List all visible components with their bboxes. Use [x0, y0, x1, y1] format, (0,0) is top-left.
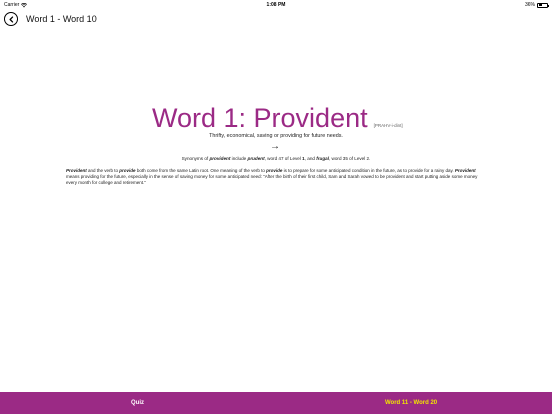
synonym-word: prudent [247, 156, 265, 161]
synonyms-text: , and [304, 156, 317, 161]
battery-icon [537, 2, 549, 8]
emphasis-word: Provident [66, 168, 87, 173]
paragraph-text: is to prepare for some anticipated condi… [282, 168, 455, 173]
synonyms-text: , word 47 of Level [264, 156, 303, 161]
emphasis-word: Provident [454, 168, 476, 173]
status-time: 1:08 PM [266, 2, 286, 8]
status-right: 36% [524, 0, 549, 10]
back-button[interactable] [4, 12, 18, 26]
pronunciation: [PRAHV-i-dint] [373, 123, 403, 128]
status-bar: Carrier 1:08 PM 36% [0, 0, 552, 10]
paragraph-text: means providing for the future, especial… [66, 174, 478, 185]
quiz-button[interactable]: Quiz [131, 392, 144, 414]
chevron-left-icon [8, 15, 13, 23]
definition: Thrifty, economical, saving or providing… [209, 133, 343, 139]
bottom-tab-bar: Quiz Word 11 - Word 20 [0, 392, 552, 414]
nav-bar: Word 1 - Word 10 [0, 10, 552, 32]
synonyms-text: include [230, 156, 248, 161]
nav-title: Word 1 - Word 10 [26, 14, 97, 24]
battery-fill [538, 4, 542, 6]
battery-percent: 36% [524, 2, 535, 8]
arrow-right-icon[interactable]: → [270, 142, 280, 152]
etymology-paragraph: Provident and the verb to provide both c… [66, 168, 486, 186]
synonym-word: provident [209, 156, 231, 161]
emphasis-word: provide [266, 168, 283, 173]
paragraph-text: both come from the same Latin root. One … [135, 168, 267, 173]
next-words-button[interactable]: Word 11 - Word 20 [385, 392, 437, 414]
synonyms-text: , word 35 of Level 2. [329, 156, 371, 161]
synonyms-line: Synonyms of provident include prudent, w… [0, 156, 552, 161]
paragraph-text: and the verb to [86, 168, 120, 173]
synonym-word: frugal [316, 156, 329, 161]
word-title: Word 1: Provident [152, 103, 368, 133]
emphasis-word: provide [119, 168, 136, 173]
synonyms-text: Synonyms of [181, 156, 210, 161]
word-heading: Word 1: Provident [PRAHV-i-dint] [152, 102, 403, 134]
